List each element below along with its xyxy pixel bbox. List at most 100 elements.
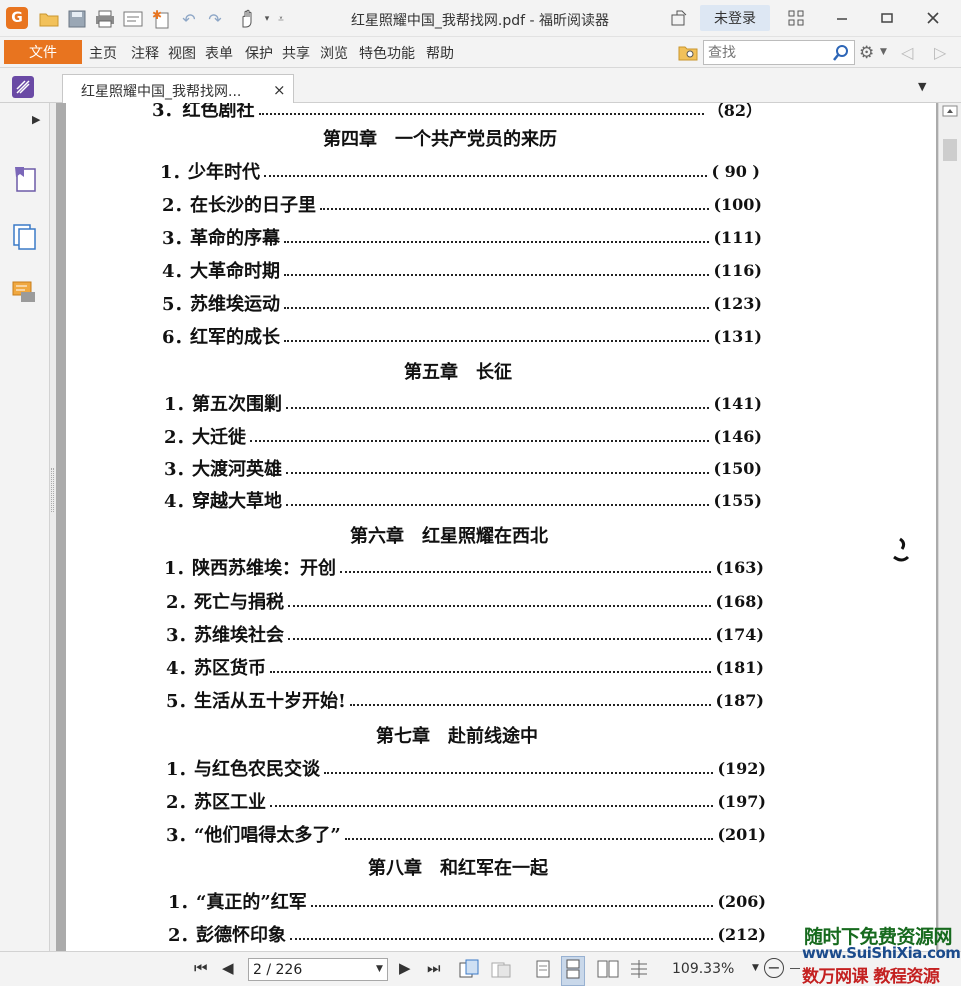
toc-entry-title: 死亡与捐税: [194, 592, 284, 613]
toc-entry: 4． 苏区货币 (181): [166, 655, 764, 680]
app-logo-icon[interactable]: G: [6, 7, 28, 29]
menu-protect[interactable]: 保护: [245, 43, 273, 63]
close-icon[interactable]: [920, 6, 946, 30]
toc-entry-page: (150): [713, 458, 762, 478]
properties-icon[interactable]: [122, 8, 144, 30]
menu-help[interactable]: 帮助: [426, 43, 454, 63]
share-icon[interactable]: [666, 6, 692, 30]
last-page-icon[interactable]: ⏭: [427, 959, 441, 977]
bookmark-icon[interactable]: [12, 165, 38, 193]
toc-entry-number: 1．: [164, 558, 195, 579]
toc-entry-number: 5．: [166, 691, 197, 712]
save-icon[interactable]: [66, 8, 88, 30]
menu-share[interactable]: 共享: [282, 43, 310, 63]
print-icon[interactable]: [94, 8, 116, 30]
continuous-facing-icon[interactable]: [628, 959, 650, 983]
chevron-down-icon[interactable]: ▼: [752, 963, 759, 973]
open-folder-icon[interactable]: [38, 8, 60, 30]
toc-leader-dots: [340, 561, 712, 573]
menu-features[interactable]: 特色功能: [359, 43, 415, 63]
menu-form[interactable]: 表单: [205, 43, 233, 63]
svg-text:✱: ✱: [152, 9, 162, 22]
chapter-heading: 第六章 红星照耀在西北: [350, 526, 548, 547]
comments-icon[interactable]: [12, 279, 38, 307]
first-page-icon[interactable]: ⏮: [194, 959, 208, 977]
replace-page-icon[interactable]: [490, 959, 512, 983]
minimize-icon[interactable]: [829, 6, 855, 30]
scrollbar-thumb[interactable]: [943, 139, 957, 161]
facing-icon[interactable]: [597, 959, 619, 983]
tab-dropdown-icon[interactable]: ▼: [918, 80, 926, 93]
search-icon[interactable]: [831, 43, 851, 63]
toc-entry-page: (141): [713, 393, 762, 413]
zoom-slider[interactable]: [790, 968, 800, 969]
file-menu-button[interactable]: 文件: [4, 40, 82, 64]
toc-leader-dots: [284, 231, 710, 243]
next-page-icon[interactable]: ▶: [399, 959, 411, 977]
prev-page-icon[interactable]: ◀: [222, 959, 234, 977]
toc-entry-title: 少年时代: [188, 162, 260, 183]
toc-leader-dots: [286, 494, 710, 506]
toc-entry-title: 3．红色剧社: [152, 103, 255, 121]
toc-entry: 2． 苏区工业 (197): [166, 789, 766, 814]
toc-leader-dots: [344, 828, 714, 840]
tab-close-icon[interactable]: ×: [273, 81, 286, 99]
tab-list-icon[interactable]: [12, 76, 34, 98]
menu-comment[interactable]: 注释: [131, 43, 159, 63]
splitter-grip[interactable]: [51, 468, 54, 512]
toc-leader-dots: [286, 462, 710, 474]
vertical-scrollbar[interactable]: [938, 103, 961, 951]
toc-leader-dots: [288, 595, 712, 607]
document-tab[interactable]: 红星照耀中国_我帮找网... ×: [62, 74, 294, 104]
menu-browse[interactable]: 浏览: [320, 43, 348, 63]
toc-entry: 2． 死亡与捐税 (168): [166, 589, 764, 614]
redo-icon[interactable]: ↷: [204, 8, 226, 30]
document-viewport[interactable]: 3．红色剧社 （82） 第四章 一个共产党员的来历 1． 少年时代 ( 90 )…: [56, 103, 938, 951]
toc-entry-number: 3．: [162, 228, 193, 249]
restore-layout-icon[interactable]: [783, 6, 809, 30]
toc-entry-page: (116): [713, 260, 762, 280]
chevron-down-icon[interactable]: ▼: [376, 964, 383, 974]
toc-entry-page: （82）: [707, 103, 762, 120]
toc-entry-page: (111): [713, 227, 762, 247]
zoom-level[interactable]: 109.33%: [672, 961, 734, 977]
insert-page-icon[interactable]: [458, 959, 480, 983]
gear-icon[interactable]: ⚙: [859, 43, 874, 63]
maximize-icon[interactable]: [874, 6, 900, 30]
continuous-icon[interactable]: [561, 956, 585, 986]
window-title: 红星照耀中国_我帮找网.pdf - 福昕阅读器: [350, 13, 610, 29]
toc-entry-page: (100): [713, 194, 762, 214]
single-page-icon[interactable]: [534, 959, 552, 983]
advanced-search-icon[interactable]: [677, 42, 699, 64]
customize-icon[interactable]: ⩡: [270, 8, 292, 30]
next-view-icon[interactable]: ▷: [934, 43, 946, 62]
toc-entry-title: 苏区货币: [194, 658, 266, 679]
page-number-input[interactable]: [253, 961, 363, 978]
undo-icon[interactable]: ↶: [178, 8, 200, 30]
toc-entry: 3． 苏维埃社会 (174): [166, 622, 764, 647]
zoom-out-icon[interactable]: −: [764, 958, 784, 978]
pages-icon[interactable]: [12, 223, 38, 251]
toc-entry-title: 苏维埃运动: [190, 294, 280, 315]
toc-leader-dots: [290, 928, 714, 940]
toc-entry-number: 1．: [164, 394, 195, 415]
login-button[interactable]: 未登录: [700, 5, 770, 31]
scroll-up-icon[interactable]: [942, 105, 958, 117]
sidebar-expand-icon[interactable]: ▶: [32, 113, 40, 126]
chevron-down-icon[interactable]: ▼: [880, 47, 887, 57]
menu-view[interactable]: 视图: [168, 43, 196, 63]
new-icon[interactable]: ✱: [150, 8, 172, 30]
search-input[interactable]: [708, 44, 826, 62]
toc-entry-title: 大渡河英雄: [192, 459, 282, 480]
toc-entry: 5． 苏维埃运动 (123): [162, 291, 762, 316]
toc-entry-page: (212): [717, 924, 766, 944]
chapter-heading: 第八章 和红军在一起: [368, 858, 548, 879]
previous-view-icon[interactable]: ◁: [901, 43, 913, 62]
watermark-line: 数万网课 教程资源: [802, 967, 940, 986]
toc-entry-page: (181): [715, 657, 764, 677]
hand-tool-icon[interactable]: [236, 8, 258, 30]
toc-entry-page: (201): [717, 824, 766, 844]
toc-entry: 3． 大渡河英雄 (150): [164, 456, 762, 481]
toc-entry-number: 6．: [162, 327, 193, 348]
menu-home[interactable]: 主页: [89, 43, 117, 63]
